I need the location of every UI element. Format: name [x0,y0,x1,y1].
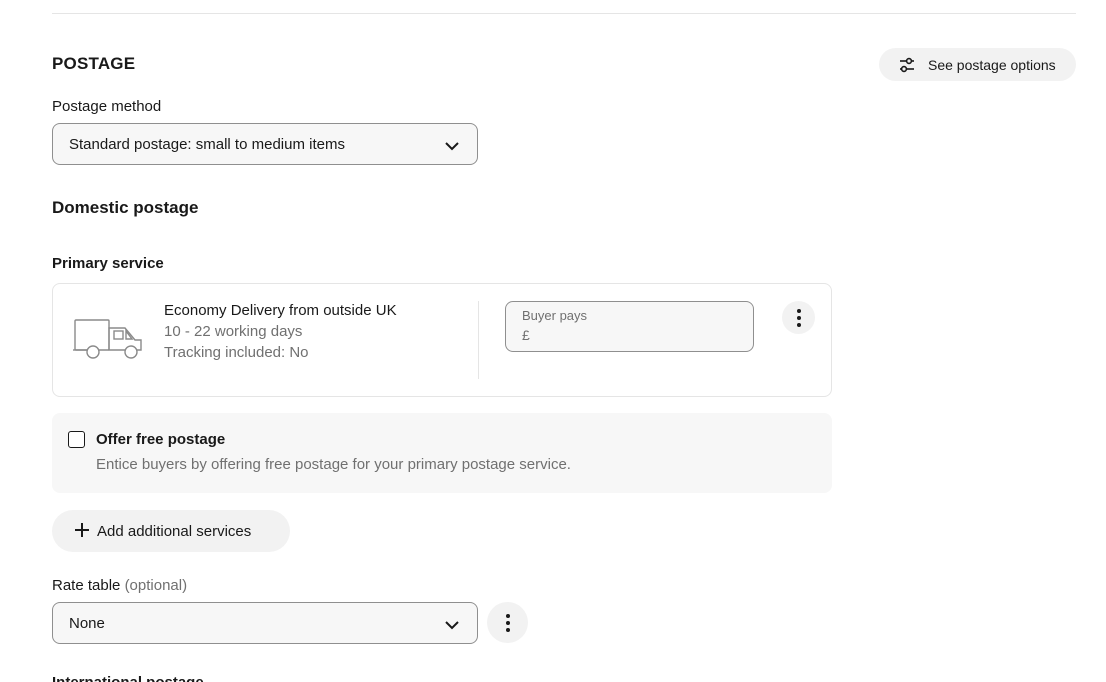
rate-table-more-options-button[interactable] [487,602,528,643]
service-duration: 10 - 22 working days [164,323,303,340]
free-postage-checkbox[interactable] [68,431,85,448]
currency-symbol: £ [522,327,530,343]
kebab-icon [796,308,801,327]
section-title: POSTAGE [52,54,136,73]
kebab-icon [505,613,510,632]
buyer-pays-label: Buyer pays [522,308,588,323]
card-divider [478,301,479,379]
domestic-postage-heading: Domestic postage [52,198,199,217]
divider [52,13,1076,14]
rate-table-label: Rate table (optional) [52,577,187,594]
free-postage-panel: Offer free postage Entice buyers by offe… [52,413,832,493]
primary-service-card: Economy Delivery from outside UK 10 - 22… [52,283,832,397]
postage-method-value: Standard postage: small to medium items [69,135,345,153]
international-postage-heading: International postage [52,674,204,682]
service-tracking: Tracking included: No [164,344,309,361]
chevron-down-icon [443,616,461,634]
service-more-options-button[interactable] [782,301,815,334]
primary-service-label: Primary service [52,255,164,272]
rate-table-select[interactable]: None [52,602,478,644]
rate-table-label-text: Rate table [52,577,121,594]
service-name: Economy Delivery from outside UK [164,302,397,319]
rate-table-value: None [69,614,105,632]
buyer-pays-input[interactable]: Buyer pays £ [505,301,754,352]
add-additional-services-label: Add additional services [97,522,252,540]
free-postage-title: Offer free postage [96,431,226,448]
free-postage-description: Entice buyers by offering free postage f… [96,456,571,473]
see-postage-options-label: See postage options [928,56,1056,73]
chevron-down-icon [443,137,461,155]
sliders-icon [899,57,915,73]
add-additional-services-button[interactable]: Add additional services [52,510,290,552]
postage-method-select[interactable]: Standard postage: small to medium items [52,123,478,165]
see-postage-options-button[interactable]: See postage options [879,48,1076,81]
postage-page: POSTAGE See postage options Postage meth… [0,0,1106,682]
postage-method-label: Postage method [52,98,162,115]
plus-icon [75,521,89,541]
delivery-van-icon [73,316,143,360]
optional-hint: (optional) [124,577,188,594]
